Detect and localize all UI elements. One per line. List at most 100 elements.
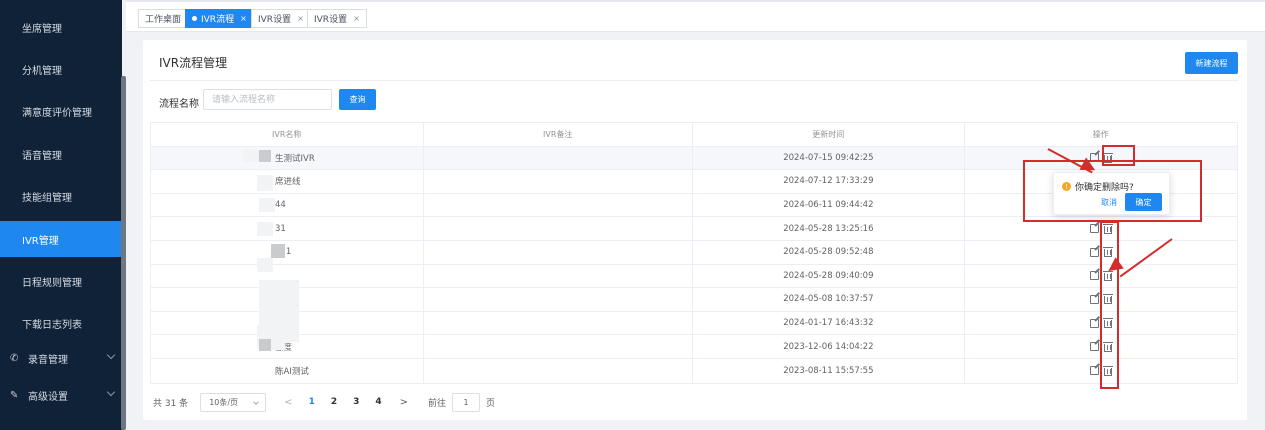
tab-ivr-settings-1[interactable]: IVR设置 ×: [251, 9, 311, 28]
ivr-name: 44: [151, 193, 424, 217]
sidebar-item-label: 录音管理: [28, 354, 68, 366]
ivr-remark: [424, 217, 694, 240]
sidebar-item-skill-group[interactable]: 技能组管理: [0, 178, 122, 214]
table-row: 2024-05-28 09:40:09: [151, 264, 1237, 289]
sidebar-item-label: 下载日志列表: [22, 319, 82, 331]
ivr-name: 席进线: [151, 170, 424, 193]
sidebar-item-advanced[interactable]: ✎ 高级设置: [0, 377, 122, 413]
edit-icon[interactable]: [1089, 271, 1099, 281]
new-flow-button[interactable]: 新建流程: [1185, 52, 1238, 74]
ivr-remark: [424, 193, 694, 217]
tab-bar: 工作桌面 IVR流程 × IVR设置 × IVR设置 ×: [126, 0, 1265, 32]
tab-ivr-settings-2[interactable]: IVR设置 ×: [307, 9, 367, 28]
goto-page-input[interactable]: 1: [452, 392, 481, 412]
annotation-box: [1100, 221, 1119, 389]
redaction-mask: [257, 222, 273, 236]
page-size-select[interactable]: 10条/页: [200, 392, 267, 412]
updated-time: 2024-01-17 16:43:32: [693, 311, 965, 335]
updated-time: 2023-12-06 14:04:22: [693, 335, 965, 358]
ivr-remark: [424, 170, 694, 193]
chevron-down-icon: [253, 398, 260, 405]
redaction-mask: [259, 339, 271, 351]
annotation-box: [1023, 160, 1202, 222]
sidebar-item-label: IVR管理: [22, 235, 59, 247]
ivr-name: 陈AI测试: [151, 358, 424, 383]
sidebar-item-label: 高级设置: [28, 391, 68, 403]
tab-workbench[interactable]: 工作桌面: [138, 9, 189, 28]
pen-icon: ✎: [10, 389, 19, 401]
page-title: IVR流程管理: [159, 56, 228, 70]
edit-icon[interactable]: [1089, 342, 1099, 352]
redaction-mask: [271, 244, 285, 258]
chevron-down-icon: [106, 350, 116, 360]
ivr-remark: [424, 240, 694, 264]
table-row: 试 2024-01-17 16:43:32: [151, 311, 1237, 336]
sidebar-item-schedule[interactable]: 日程规则管理: [0, 263, 122, 299]
ivr-name: 31: [151, 217, 424, 240]
close-icon[interactable]: ×: [353, 14, 360, 23]
search-input[interactable]: [203, 89, 332, 110]
redaction-mask: [257, 175, 273, 191]
updated-time: 2024-05-28 09:40:09: [693, 264, 965, 288]
edit-icon[interactable]: [1089, 294, 1099, 304]
tab-ivr-flow[interactable]: IVR流程 ×: [185, 9, 254, 28]
page-2[interactable]: 2: [331, 397, 337, 407]
sidebar-item-label: 日程规则管理: [22, 277, 82, 289]
sidebar-item-label: 坐席管理: [22, 23, 62, 35]
close-icon[interactable]: ×: [297, 14, 304, 23]
sidebar-item-voice[interactable]: 语音管理: [0, 136, 122, 172]
search-label: 流程名称: [159, 99, 199, 110]
pagination: 共 31 条 10条/页 < 1 2 3 4 > 前往 1 页: [153, 392, 495, 412]
column-header: IVR名称: [151, 123, 424, 146]
column-header: IVR备注: [424, 123, 693, 146]
prev-page-button[interactable]: <: [284, 397, 292, 408]
sidebar-item-ivr[interactable]: IVR管理: [0, 221, 122, 257]
updated-time: 2024-07-12 17:33:29: [693, 170, 965, 193]
table-row: 意度 2023-12-06 14:04:22: [151, 335, 1237, 359]
sidebar-item-download-log[interactable]: 下载日志列表: [0, 305, 122, 341]
page-1[interactable]: 1: [309, 397, 315, 407]
tab-label: IVR流程: [201, 15, 235, 25]
table-row: 陈AI测试 2023-08-11 15:57:55: [151, 358, 1237, 383]
edit-icon[interactable]: [1089, 224, 1099, 234]
edit-icon[interactable]: [1089, 247, 1099, 257]
chevron-down-icon: [106, 387, 116, 397]
edit-icon[interactable]: [1089, 318, 1099, 328]
ivr-remark: [424, 311, 694, 335]
goto-label: 前往: [428, 398, 447, 409]
phone-icon: ✆: [10, 352, 19, 364]
updated-time: 2023-08-11 15:57:55: [693, 358, 965, 383]
sidebar-item-extension[interactable]: 分机管理: [0, 51, 122, 87]
updated-time: 2024-05-28 09:52:48: [693, 240, 965, 264]
page-3[interactable]: 3: [353, 397, 359, 407]
updated-time: 2024-05-28 13:25:16: [693, 217, 965, 240]
updated-time: 2024-07-15 09:42:25: [693, 146, 965, 170]
sidebar-item-satisfaction[interactable]: 满意度评价管理: [0, 93, 122, 129]
redaction-mask: [259, 198, 275, 212]
ivr-remark: [424, 288, 694, 311]
redaction-mask: [257, 258, 273, 272]
edit-icon[interactable]: [1089, 366, 1099, 376]
ivr-remark: [424, 264, 694, 288]
sidebar-item-agent[interactable]: 坐席管理: [0, 9, 122, 45]
query-button[interactable]: 查询: [339, 89, 376, 110]
sidebar-scrollbar[interactable]: [121, 76, 126, 430]
table-header: IVR名称 IVR备注 更新时间 操作: [151, 123, 1237, 147]
divider: [150, 80, 1238, 81]
redaction-mask: [259, 150, 271, 162]
sidebar-item-recording[interactable]: ✆ 录音管理: [0, 340, 122, 376]
active-dot-icon: [192, 16, 197, 21]
ivr-remark: [424, 146, 694, 170]
page-4[interactable]: 4: [375, 397, 381, 407]
table-row: 111 2024-05-28 09:52:48: [151, 240, 1237, 265]
sidebar-item-label: 满意度评价管理: [22, 107, 92, 119]
main-card: IVR流程管理 新建流程 流程名称 查询 IVR名称 IVR备注 更新时间 操作…: [143, 40, 1247, 420]
updated-time: 2024-06-11 09:44:42: [693, 193, 965, 217]
ivr-remark: [424, 335, 694, 358]
tab-label: IVR设置: [258, 15, 292, 25]
ivr-remark: [424, 358, 694, 383]
tab-label: 工作桌面: [145, 15, 182, 25]
close-icon[interactable]: ×: [240, 14, 247, 23]
next-page-button[interactable]: >: [400, 397, 408, 408]
sidebar: 坐席管理 分机管理 满意度评价管理 语音管理 技能组管理 IVR管理 日程规则管…: [0, 0, 122, 430]
